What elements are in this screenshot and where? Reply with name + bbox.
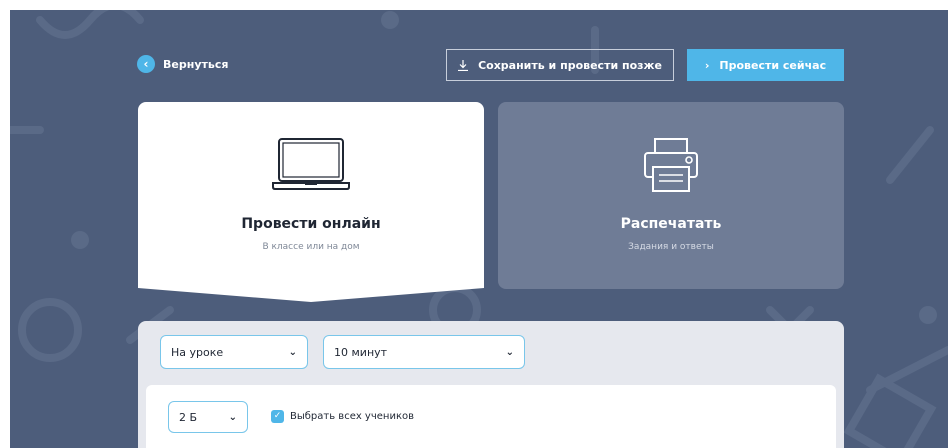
- duration-select[interactable]: 10 минут ⌄: [323, 335, 525, 369]
- settings-panel: На уроке ⌄ 10 минут ⌄ 2 Б ⌄ ✓ Выбрать вс…: [138, 321, 844, 448]
- back-button-label: Вернуться: [163, 57, 229, 71]
- card-print-title: Распечатать: [620, 216, 722, 232]
- chevron-down-icon: ⌄: [228, 411, 237, 423]
- run-now-button[interactable]: › Провести сейчас: [687, 49, 844, 81]
- card-online-subtitle: В классе или на дом: [262, 242, 360, 252]
- save-and-run-later-button[interactable]: Сохранить и провести позже: [446, 49, 674, 81]
- printer-icon: [644, 138, 698, 192]
- duration-select-value: 10 минут: [334, 345, 388, 359]
- run-now-label: Провести сейчас: [719, 58, 827, 72]
- select-all-students-label: Выбрать всех учеников: [290, 411, 415, 422]
- class-select[interactable]: 2 Б ⌄: [168, 401, 248, 433]
- back-button[interactable]: ‹ Вернуться: [137, 55, 228, 73]
- checkmark-icon: ✓: [271, 410, 284, 423]
- chevron-right-icon: ›: [704, 58, 710, 72]
- page-background: ‹ Вернуться Сохранить и провести позже ›…: [10, 10, 948, 448]
- card-online-title: Провести онлайн: [241, 216, 381, 232]
- card-run-online[interactable]: Провести онлайн В классе или на дом: [138, 102, 484, 302]
- mode-select-value: На уроке: [171, 345, 224, 359]
- mode-select[interactable]: На уроке ⌄: [160, 335, 308, 369]
- save-and-run-later-label: Сохранить и провести позже: [478, 58, 662, 72]
- download-icon: [458, 59, 469, 71]
- students-section: 2 Б ⌄ ✓ Выбрать всех учеников: [146, 385, 836, 448]
- laptop-icon: [272, 138, 350, 190]
- chevron-down-icon: ⌄: [288, 346, 297, 358]
- select-all-students-checkbox[interactable]: ✓ Выбрать всех учеников: [271, 410, 414, 423]
- class-select-value: 2 Б: [179, 410, 198, 424]
- card-print-subtitle: Задания и ответы: [628, 242, 714, 252]
- chevron-left-icon: ‹: [137, 55, 155, 73]
- chevron-down-icon: ⌄: [505, 346, 514, 358]
- card-print[interactable]: Распечатать Задания и ответы: [498, 102, 844, 289]
